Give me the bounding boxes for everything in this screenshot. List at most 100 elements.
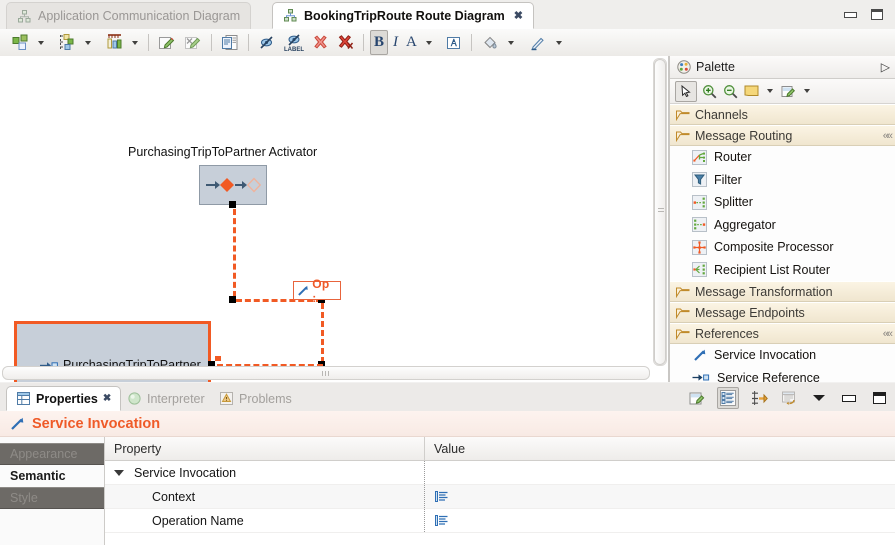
line-color-dropdown-arrow[interactable] (555, 40, 562, 45)
table-row[interactable]: Context (105, 485, 895, 509)
toolbar-italic-button[interactable]: I (390, 31, 401, 54)
toolbar-font-dialog-button[interactable] (442, 31, 465, 54)
minimize-icon[interactable] (844, 11, 857, 18)
view-tab-problems[interactable]: Problems (210, 386, 301, 411)
align-dropdown-arrow[interactable] (85, 40, 91, 45)
scroll-grip (658, 208, 664, 214)
toolbar-bold-button[interactable]: B (370, 30, 389, 55)
value-cell[interactable] (425, 489, 895, 504)
side-tab-label: Semantic (10, 469, 66, 483)
minimize-view-icon[interactable] (839, 388, 859, 408)
column-header-value[interactable]: Value (425, 437, 465, 460)
palette-item-composite-processor[interactable]: Composite Processor (670, 236, 895, 259)
table-row[interactable]: Operation Name (105, 509, 895, 533)
view-tab-label: Properties (36, 391, 98, 406)
view-tab-interpreter[interactable]: Interpreter (118, 386, 214, 411)
note-icon[interactable] (743, 83, 760, 100)
toolbar-deselect-pen-button[interactable] (181, 31, 205, 54)
toolbar-delete-from-model-button[interactable] (334, 31, 357, 54)
toolbar-align-button[interactable] (56, 31, 79, 54)
chevron-right-icon[interactable]: ▷ (881, 60, 890, 74)
palette-group-message-transformation[interactable]: Message Transformation (670, 281, 895, 302)
aggregator-icon (692, 217, 707, 233)
router-icon (692, 149, 707, 165)
view-menu-icon[interactable] (809, 388, 829, 408)
bold-glyph: B (374, 34, 385, 50)
toolbar-distribute-button[interactable] (103, 31, 126, 54)
canvas-horizontal-scrollbar[interactable] (2, 366, 650, 380)
palette-item-splitter[interactable]: Splitter (670, 191, 895, 214)
activator-label: PurchasingTripToPartner Activator (128, 145, 318, 159)
connection-op-to-reference[interactable] (321, 303, 324, 363)
text-edit-icon[interactable] (434, 513, 449, 528)
close-icon[interactable]: ✖ (514, 9, 523, 22)
note-dropdown-arrow[interactable] (767, 89, 773, 93)
categories-icon[interactable] (717, 387, 739, 409)
column-header-property[interactable]: Property (105, 437, 425, 460)
editor-tab-application-communication-diagram[interactable]: Application Communication Diagram (6, 2, 252, 29)
new-tab-icon[interactable] (687, 388, 707, 408)
toolbar-hide-label-button[interactable]: LABEL (281, 31, 307, 54)
expand-triangle-icon[interactable] (114, 469, 124, 476)
toolbar-select-pen-button[interactable] (155, 31, 179, 54)
toolbar-arrange-all-button[interactable] (9, 31, 32, 54)
arrange-all-dropdown-arrow[interactable] (38, 40, 44, 45)
toolbar-fill-color-button[interactable] (478, 31, 502, 54)
palette-group-references[interactable]: References «« (670, 323, 895, 344)
folder-icon (675, 284, 690, 299)
window-controls (844, 0, 891, 29)
view-tab-label: Interpreter (147, 391, 205, 406)
editor-tab-bookingtriproute-route-diagram[interactable]: BookingTripRoute Route Diagram ✖ (272, 2, 534, 29)
connection-endpoint-handle[interactable] (229, 296, 236, 303)
canvas-vertical-scroll-thumb[interactable] (654, 59, 666, 365)
zoom-out-icon[interactable] (722, 83, 739, 100)
maximize-view-icon[interactable] (869, 388, 889, 408)
close-icon[interactable]: ✖ (103, 393, 111, 404)
fill-color-dropdown-arrow[interactable] (507, 40, 514, 45)
palette-group-label: Message Endpoints (695, 305, 805, 320)
toolbar-font-color-button[interactable]: A (403, 31, 420, 54)
note-attachment-icon[interactable] (780, 83, 797, 100)
restore-icon[interactable] (779, 388, 799, 408)
advanced-icon[interactable] (749, 388, 769, 408)
palette-item-router[interactable]: Router (670, 146, 895, 169)
palette-group-message-endpoints[interactable]: Message Endpoints (670, 302, 895, 323)
font-color-glyph: A (406, 34, 417, 50)
svg-text:LABEL: LABEL (284, 47, 304, 53)
view-tab-properties[interactable]: Properties ✖ (6, 386, 122, 411)
toolbar-show-related-elements-button[interactable] (218, 31, 242, 54)
font-color-dropdown-arrow[interactable] (425, 40, 432, 45)
palette-item-aggregator[interactable]: Aggregator (670, 214, 895, 237)
collapse-icon[interactable]: «« (883, 130, 893, 142)
side-tab-style[interactable]: Style (0, 487, 104, 509)
diagram-canvas[interactable]: PurchasingTripToPartner Activator Op: P… (0, 56, 653, 382)
maximize-icon[interactable] (871, 9, 883, 20)
distribute-dropdown-arrow[interactable] (132, 40, 138, 45)
toolbar-delete-from-diagram-button[interactable] (309, 31, 332, 54)
palette-item-recipient-list-router[interactable]: Recipient List Router (670, 259, 895, 282)
connection-activator-to-op[interactable] (233, 209, 236, 297)
side-tab-appearance[interactable]: Appearance (0, 443, 104, 465)
selection-handle[interactable] (229, 201, 236, 208)
collapse-icon[interactable]: «« (883, 328, 893, 340)
palette-item-filter[interactable]: Filter (670, 169, 895, 192)
note-attachment-dropdown-arrow[interactable] (804, 89, 810, 93)
activator-node[interactable] (199, 165, 267, 205)
canvas-vertical-scrollbar[interactable] (653, 58, 667, 366)
toolbar-hide-element-button[interactable] (255, 31, 279, 54)
toolbar-line-color-button[interactable] (526, 31, 550, 54)
palette-item-label: Recipient List Router (714, 262, 831, 277)
side-tab-semantic[interactable]: Semantic (0, 465, 104, 487)
splitter-icon (692, 194, 707, 210)
palette-group-label: Channels (695, 107, 748, 122)
palette-item-service-invocation[interactable]: Service Invocation (670, 344, 895, 367)
value-cell[interactable] (425, 513, 895, 528)
zoom-in-icon[interactable] (701, 83, 718, 100)
recipient-list-router-icon (692, 262, 707, 278)
palette-group-message-routing[interactable]: Message Routing «« (670, 125, 895, 146)
table-row[interactable]: Service Invocation (105, 461, 895, 485)
palette-group-channels[interactable]: Channels (670, 104, 895, 125)
operation-node[interactable]: Op : (293, 277, 341, 305)
text-edit-icon[interactable] (434, 489, 449, 504)
cursor-icon[interactable] (675, 80, 697, 102)
